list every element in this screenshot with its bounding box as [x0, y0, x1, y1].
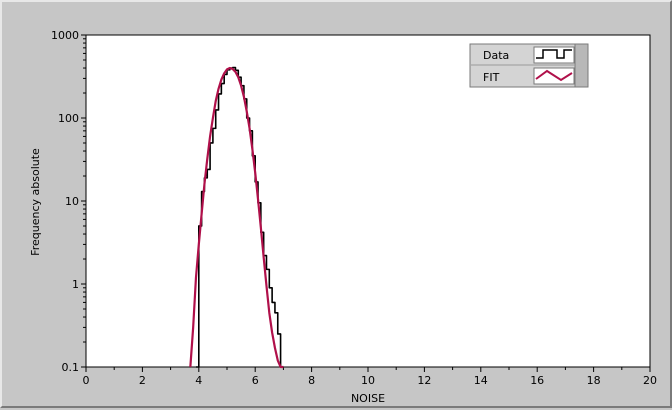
x-tick-label: 6 — [252, 374, 259, 387]
x-tick-label: 8 — [308, 374, 315, 387]
x-tick-label: 4 — [195, 374, 202, 387]
y-tick-label: 100 — [58, 112, 79, 125]
legend-label-fit: FIT — [483, 71, 500, 84]
graph-panel: 0 2 4 6 8 10 12 14 16 18 20 0.1 1 10 100 1000 NOISE Fre… — [0, 0, 672, 408]
legend: Data FIT — [470, 44, 588, 87]
x-axis-label: NOISE — [351, 392, 385, 405]
x-tick-label: 2 — [139, 374, 146, 387]
x-tick-label: 18 — [587, 374, 601, 387]
y-tick-label: 10 — [65, 195, 79, 208]
x-tick-label: 14 — [474, 374, 488, 387]
chart: 0 2 4 6 8 10 12 14 16 18 20 0.1 1 10 100 1000 NOISE Fre… — [2, 2, 672, 410]
y-tick-label: 1 — [72, 278, 79, 291]
x-tick-label: 10 — [361, 374, 375, 387]
x-tick-label: 0 — [83, 374, 90, 387]
legend-label-data: Data — [483, 49, 509, 62]
y-axis-label: Frequency absolute — [29, 148, 42, 256]
y-tick-label: 1000 — [51, 29, 79, 42]
y-tick-label: 0.1 — [62, 361, 80, 374]
x-tick-label: 16 — [530, 374, 544, 387]
x-tick-label: 20 — [643, 374, 657, 387]
x-tick-label: 12 — [417, 374, 431, 387]
